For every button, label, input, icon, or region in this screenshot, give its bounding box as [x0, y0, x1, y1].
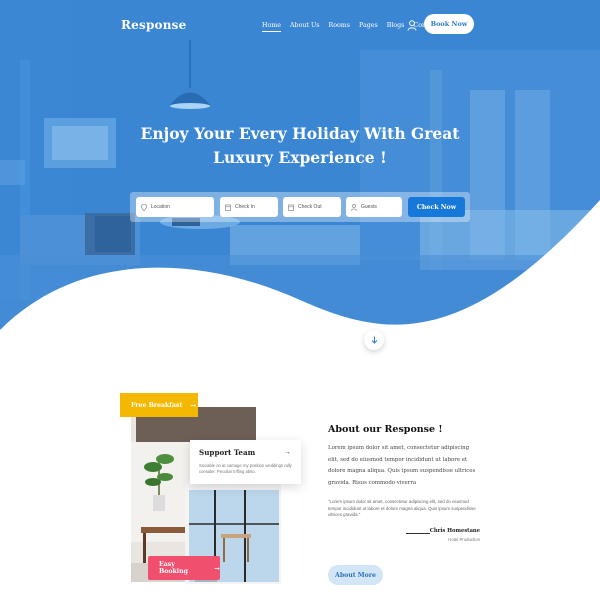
hero-wave	[0, 200, 600, 360]
hero-title: Enjoy Your Every Holiday With Great Luxu…	[0, 122, 600, 170]
booking-search-bar: Location Check In Check Out Guests Check…	[130, 192, 470, 222]
easy-booking-tag[interactable]: Easy Booking →	[148, 556, 220, 580]
nav-item-rooms[interactable]: Rooms	[328, 22, 350, 29]
about-more-button[interactable]: About More	[328, 565, 383, 585]
free-breakfast-label: Free Breakfast	[131, 401, 183, 409]
nav-item-pages[interactable]: Pages	[359, 22, 378, 29]
logo[interactable]: Response	[121, 18, 186, 32]
user-icon	[351, 203, 357, 211]
check-in-field[interactable]: Check In	[220, 197, 278, 217]
calendar-icon	[288, 204, 294, 211]
top-navbar: Response Home About Us Rooms Pages Blogs…	[0, 14, 600, 38]
guests-field[interactable]: Guests	[346, 197, 402, 217]
check-now-button[interactable]: Check Now	[408, 197, 465, 217]
location-field[interactable]: Location	[136, 197, 214, 217]
support-team-text: Sociable on at carriage my position wedd…	[199, 463, 292, 474]
about-title: About our Response !	[328, 424, 443, 435]
check-out-field[interactable]: Check Out	[283, 197, 341, 217]
check-out-label: Check Out	[298, 204, 322, 210]
arrow-down-icon	[371, 336, 377, 344]
support-team-card[interactable]: Support Team → Sociable on at carriage m…	[190, 440, 301, 484]
guests-label: Guests	[361, 204, 377, 210]
hero-section: Response Home About Us Rooms Pages Blogs…	[0, 0, 600, 360]
hero-title-line-1: Enjoy Your Every Holiday With Great	[140, 124, 460, 143]
scroll-down-button[interactable]	[364, 330, 384, 350]
free-breakfast-tag[interactable]: Free Breakfast →	[120, 393, 198, 417]
nav-item-blogs[interactable]: Blogs	[387, 22, 405, 29]
calendar-icon	[225, 204, 231, 211]
location-icon	[141, 203, 147, 211]
arrow-right-icon: →	[214, 563, 220, 573]
author-role: Hotel Production	[448, 537, 480, 542]
nav-item-about-us[interactable]: About Us	[290, 22, 320, 29]
support-team-title: Support Team	[199, 448, 256, 457]
easy-booking-label: Easy Booking	[159, 561, 188, 575]
user-icon[interactable]	[407, 20, 417, 31]
book-now-button[interactable]: Book Now	[424, 14, 474, 34]
about-body: Lorem ipsum dolor sit amet, consectetur …	[328, 445, 476, 486]
nav-item-home[interactable]: Home	[262, 22, 281, 32]
about-section: About our Response ! Lorem ipsum dolor s…	[328, 424, 480, 519]
about-quote: "Lorem ipsum dolor sit amet, consectetur…	[328, 499, 476, 517]
check-in-label: Check In	[235, 204, 255, 210]
arrow-right-icon: →	[190, 400, 197, 410]
author-name: Chris Homestane	[429, 528, 480, 534]
signature-line	[406, 533, 430, 534]
hero-title-line-2: Luxury Experience !	[213, 148, 387, 167]
location-label: Location	[151, 204, 170, 210]
arrow-right-icon[interactable]: →	[284, 449, 291, 456]
